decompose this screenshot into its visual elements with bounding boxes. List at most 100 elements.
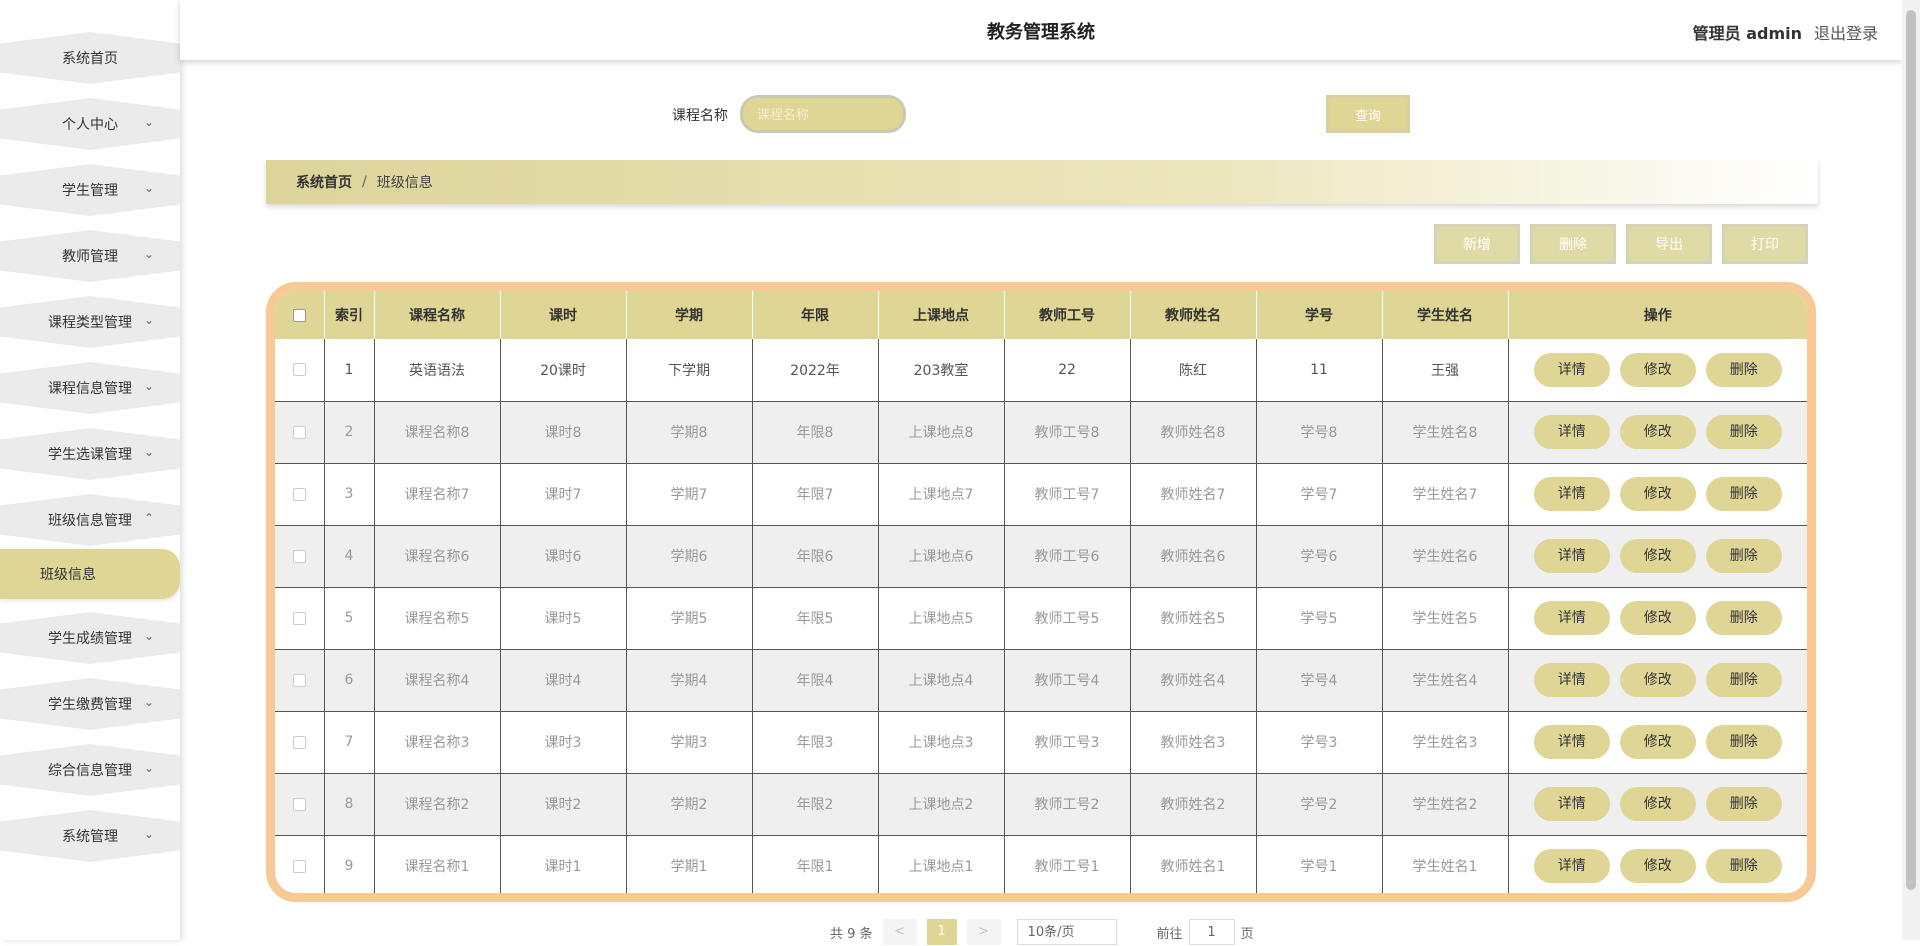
row-checkbox-cell[interactable] — [275, 525, 325, 588]
export-button[interactable]: 导出 — [1626, 224, 1712, 264]
table-cell: 课时7 — [500, 463, 627, 526]
delete-row-button[interactable]: 删除 — [1705, 787, 1782, 821]
row-checkbox[interactable] — [292, 673, 306, 687]
delete-row-button[interactable]: 删除 — [1705, 725, 1782, 759]
table-cell: 年限3 — [752, 711, 879, 774]
row-checkbox[interactable] — [292, 549, 306, 563]
print-button[interactable]: 打印 — [1722, 224, 1808, 264]
breadcrumb: 系统首页 / 班级信息 — [266, 160, 1818, 204]
detail-button[interactable]: 详情 — [1533, 477, 1610, 511]
delete-row-button[interactable]: 删除 — [1705, 352, 1782, 387]
page-number-button[interactable]: 1 — [926, 919, 957, 945]
row-checkbox[interactable] — [292, 859, 306, 873]
sidebar-item-6[interactable]: 课程信息管理 ⌄ — [0, 362, 180, 414]
row-checkbox-cell[interactable] — [275, 463, 325, 526]
logout-link[interactable]: 退出登录 — [1814, 20, 1878, 44]
scrollbar-thumb[interactable] — [1906, 10, 1916, 890]
row-checkbox[interactable] — [292, 425, 306, 439]
sidebar-item-11[interactable]: 综合信息管理 ⌄ — [0, 744, 180, 796]
query-button[interactable]: 查询 — [1326, 95, 1410, 133]
table-cell: 教师工号1 — [1004, 835, 1131, 893]
table-cell: 年限4 — [752, 649, 879, 712]
prev-page-button[interactable]: < — [882, 919, 917, 945]
row-checkbox[interactable] — [292, 487, 306, 501]
sidebar-item-4[interactable]: 教师管理 ⌄ — [0, 230, 180, 282]
row-checkbox-cell[interactable] — [275, 649, 325, 712]
row-checkbox-cell[interactable] — [275, 339, 325, 402]
edit-button[interactable]: 修改 — [1619, 601, 1696, 635]
detail-button[interactable]: 详情 — [1533, 415, 1610, 449]
row-checkbox-cell[interactable] — [275, 773, 325, 836]
delete-row-button[interactable]: 删除 — [1705, 415, 1782, 449]
table-row: 1 英语语法 20课时 下学期 2022年 203教室 22 陈红 11 王强 详情 修改 删除 — [275, 339, 1807, 402]
detail-button[interactable]: 详情 — [1533, 539, 1610, 573]
edit-button[interactable]: 修改 — [1619, 849, 1696, 883]
chevron-up-icon: ⌃ — [143, 511, 154, 525]
edit-button[interactable]: 修改 — [1619, 352, 1696, 387]
detail-button[interactable]: 详情 — [1533, 849, 1610, 883]
add-button[interactable]: 新增 — [1434, 224, 1520, 264]
page-size-select[interactable]: 10条/页 — [1016, 919, 1117, 945]
edit-button[interactable]: 修改 — [1619, 663, 1696, 697]
goto-suffix: 页 — [1240, 926, 1254, 942]
table-cell: 学生姓名5 — [1382, 587, 1509, 650]
delete-row-button[interactable]: 删除 — [1705, 539, 1782, 573]
detail-button[interactable]: 详情 — [1533, 663, 1610, 697]
select-all-checkbox-cell[interactable] — [275, 291, 325, 339]
sidebar-item-1[interactable]: 系统首页 — [0, 32, 180, 84]
sidebar-item-7[interactable]: 学生选课管理 ⌄ — [0, 428, 180, 480]
course-name-search-input[interactable] — [740, 95, 906, 133]
table-cell: 学生姓名3 — [1382, 711, 1509, 774]
delete-button[interactable]: 删除 — [1530, 224, 1616, 264]
detail-button[interactable]: 详情 — [1533, 725, 1610, 759]
edit-button[interactable]: 修改 — [1619, 539, 1696, 573]
chevron-down-icon: ⌄ — [143, 827, 154, 841]
table-cell: 学号7 — [1256, 463, 1383, 526]
detail-button[interactable]: 详情 — [1533, 601, 1610, 635]
delete-row-button[interactable]: 删除 — [1705, 849, 1782, 883]
edit-button[interactable]: 修改 — [1619, 787, 1696, 821]
detail-button[interactable]: 详情 — [1533, 787, 1610, 821]
column-header: 索引 — [324, 291, 375, 339]
sidebar-item-9[interactable]: 学生成绩管理 ⌄ — [0, 612, 180, 664]
delete-row-button[interactable]: 删除 — [1705, 477, 1782, 511]
row-checkbox-cell[interactable] — [275, 711, 325, 774]
sidebar-item-8[interactable]: 班级信息管理 ⌃ — [0, 494, 180, 546]
edit-button[interactable]: 修改 — [1619, 725, 1696, 759]
row-checkbox-cell[interactable] — [275, 401, 325, 464]
table-cell: 教师工号7 — [1004, 463, 1131, 526]
table-cell: 203教室 — [878, 339, 1005, 402]
search-label: 课程名称 — [672, 108, 728, 124]
delete-row-button[interactable]: 删除 — [1705, 663, 1782, 697]
table-cell: 课程名称5 — [374, 587, 501, 650]
page-scrollbar[interactable] — [1902, 0, 1920, 940]
row-checkbox[interactable] — [292, 735, 306, 749]
detail-button[interactable]: 详情 — [1533, 352, 1610, 387]
goto-page-input[interactable]: 1 — [1188, 919, 1235, 945]
select-all-checkbox[interactable] — [292, 308, 306, 322]
edit-button[interactable]: 修改 — [1619, 415, 1696, 449]
table-cell: 上课地点2 — [878, 773, 1005, 836]
edit-button[interactable]: 修改 — [1619, 477, 1696, 511]
next-page-button[interactable]: > — [966, 919, 1001, 945]
sidebar-item-2[interactable]: 个人中心 ⌄ — [0, 98, 180, 150]
table-cell: 学生姓名7 — [1382, 463, 1509, 526]
row-checkbox[interactable] — [292, 363, 306, 377]
sidebar-item-5[interactable]: 课程类型管理 ⌄ — [0, 296, 180, 348]
row-checkbox-cell[interactable] — [275, 587, 325, 650]
sidebar-item-10[interactable]: 学生缴费管理 ⌄ — [0, 678, 180, 730]
breadcrumb-home[interactable]: 系统首页 — [296, 172, 352, 192]
row-checkbox-cell[interactable] — [275, 835, 325, 893]
table-cell: 学生姓名8 — [1382, 401, 1509, 464]
table-cell: 教师姓名3 — [1130, 711, 1257, 774]
row-checkbox[interactable] — [292, 611, 306, 625]
row-checkbox[interactable] — [292, 797, 306, 811]
table-cell: 课程名称8 — [374, 401, 501, 464]
actions-cell: 详情 修改 删除 — [1508, 587, 1807, 650]
sidebar-item-3[interactable]: 学生管理 ⌄ — [0, 164, 180, 216]
sidebar-subitem-class-info[interactable]: 班级信息 — [0, 549, 180, 599]
table-row: 4 课程名称6 课时6 学期6 年限6 上课地点6 教师工号6 教师姓名6 学号6 学生姓名6 详情… — [275, 525, 1807, 588]
column-header: 学期 — [626, 291, 753, 339]
delete-row-button[interactable]: 删除 — [1705, 601, 1782, 635]
sidebar-item-12[interactable]: 系统管理 ⌄ — [0, 810, 180, 862]
